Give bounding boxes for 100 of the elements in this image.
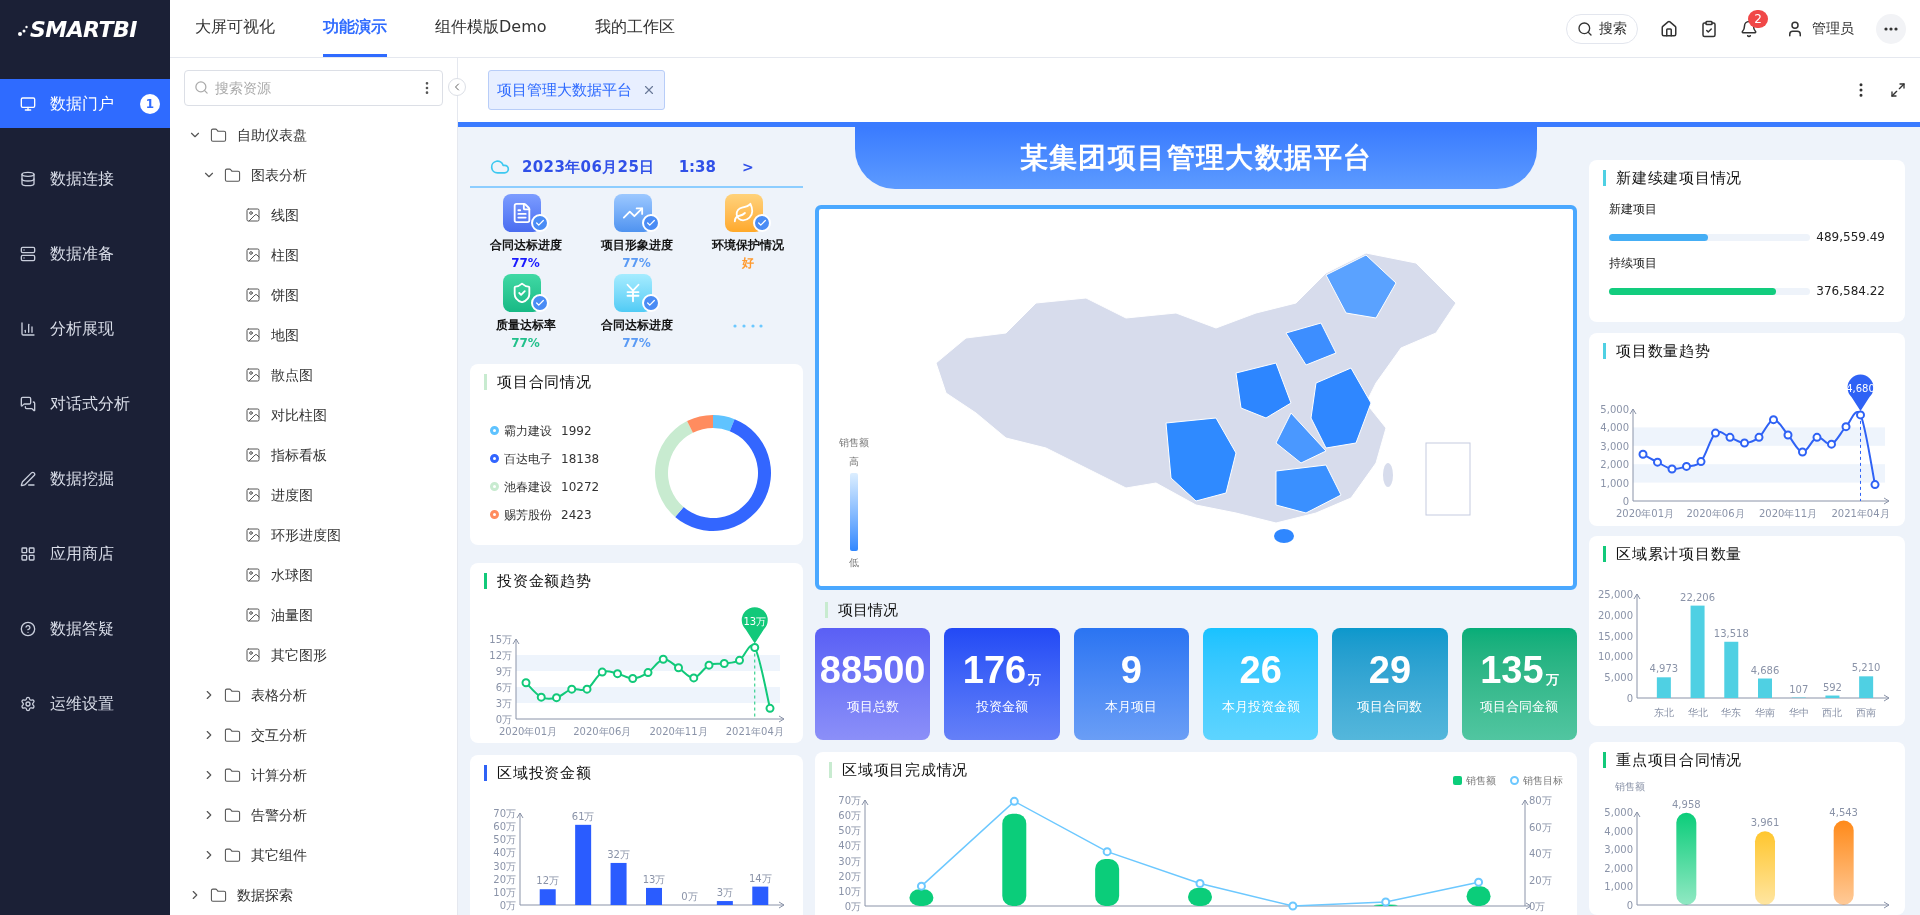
close-icon[interactable] — [642, 83, 656, 97]
kpi-unit: 万 — [1545, 670, 1559, 689]
axis-label: 3,000 — [1604, 844, 1633, 856]
clipboard-check-icon[interactable] — [1700, 19, 1718, 38]
document-tab[interactable]: 项目管理大数据平台 — [488, 70, 665, 110]
time-text: 1:38 — [678, 156, 716, 178]
image-file-icon — [245, 527, 261, 543]
image-file-icon — [245, 607, 261, 623]
nav-label: 对话式分析 — [50, 392, 130, 415]
tree-item[interactable]: 表格分析 — [251, 684, 307, 706]
axis-label: 20万 — [838, 870, 861, 882]
tree-item[interactable]: 水球图 — [271, 564, 313, 586]
axis-label: 2020年01月 — [1615, 508, 1675, 519]
nav-item[interactable]: 运维设置 — [0, 679, 170, 728]
title-accent-bar — [484, 765, 487, 781]
yen-coin-check-icon — [613, 274, 660, 312]
notification-badge: 2 — [1748, 9, 1768, 28]
axis-label: 西南 — [1856, 707, 1877, 718]
nav-item[interactable]: 分析展现 — [0, 304, 170, 353]
nav-item[interactable]: 数据门户 1 — [0, 79, 170, 128]
image-file-icon — [245, 647, 261, 663]
tree-item[interactable]: 图表分析 — [251, 164, 307, 186]
value-label: 3万 — [716, 887, 734, 899]
tree-item[interactable]: 进度图 — [271, 484, 313, 506]
data-point — [628, 673, 638, 683]
data-point — [1740, 438, 1749, 448]
tree-item[interactable]: 饼图 — [271, 284, 299, 306]
legend-value: 18138 — [561, 450, 600, 468]
nav-item[interactable]: 对话式分析 — [0, 379, 170, 428]
shield-check-icon — [502, 274, 549, 312]
data-point — [735, 655, 744, 665]
data-point — [1841, 422, 1851, 432]
next-link[interactable]: > — [741, 156, 754, 178]
axis-label: 9万 — [495, 666, 512, 677]
data-point — [1653, 457, 1662, 467]
axis-label: 3万 — [495, 698, 512, 709]
nav-item[interactable]: 数据准备 — [0, 229, 170, 278]
indicator-value: 好 — [741, 255, 754, 272]
tree-item[interactable]: 散点图 — [271, 364, 313, 386]
kpi-label: 本月投资金额 — [1221, 698, 1300, 717]
tree-item[interactable]: 指标看板 — [271, 444, 327, 466]
nav-item[interactable]: 数据答疑 — [0, 604, 170, 653]
tree-item[interactable]: 油量图 — [271, 604, 313, 626]
folder-icon — [224, 766, 241, 784]
axis-label: 50万 — [493, 834, 516, 846]
tree-item[interactable]: 地图 — [271, 324, 299, 346]
user-name[interactable]: 管理员 — [1812, 18, 1854, 39]
tree-item[interactable]: 交互分析 — [251, 724, 307, 746]
value-label: 4,958 — [1672, 798, 1701, 810]
header-tab[interactable]: 功能演示 — [323, 0, 387, 57]
tree-item[interactable]: 告警分析 — [251, 804, 307, 826]
tree-item[interactable]: 对比柱图 — [271, 404, 327, 426]
legend-label: 百达电子 — [504, 450, 552, 468]
axis-label: 5,000 — [1604, 807, 1633, 818]
tree-item[interactable]: 其它组件 — [251, 844, 307, 866]
header-tab[interactable]: 我的工作区 — [594, 0, 675, 57]
axis-label: 2020年11月 — [1758, 508, 1818, 519]
nav-item[interactable]: 数据连接 — [0, 154, 170, 203]
pin-marker — [1847, 374, 1874, 411]
kpi-label: 项目合同金额 — [1480, 698, 1559, 717]
data-point — [916, 881, 926, 891]
indicator-value: 77% — [622, 255, 651, 272]
axis-label: 10万 — [838, 885, 861, 897]
tree-item[interactable]: 其它图形 — [271, 644, 327, 666]
nav-item[interactable]: 应用商店 — [0, 529, 170, 578]
data-point — [750, 643, 760, 653]
tree-item[interactable]: 计算分析 — [251, 764, 307, 786]
data-point — [1638, 449, 1648, 459]
tree-item[interactable]: 线图 — [271, 204, 299, 226]
nav-label: 数据门户 — [50, 92, 114, 115]
axis-label: 华中 — [1788, 707, 1809, 718]
bar-chart-icon — [20, 320, 36, 337]
kpi-label: 项目总数 — [846, 698, 899, 717]
search-field[interactable]: 搜索资源 — [184, 70, 443, 106]
header-tab[interactable]: 大屏可视化 — [195, 0, 275, 57]
value-label: 22,206 — [1680, 591, 1716, 603]
tree-item[interactable]: 环形进度图 — [271, 524, 341, 546]
header-tab[interactable]: 组件模版Demo — [435, 0, 547, 57]
kpi-label: 本月项目 — [1105, 698, 1158, 717]
panel-title: 投资金额趋势 — [497, 570, 592, 592]
tree-item[interactable]: 数据探索 — [237, 884, 293, 906]
settings-icon — [20, 695, 36, 712]
data-point — [1856, 410, 1865, 420]
fullscreen-icon[interactable] — [1890, 82, 1906, 98]
axis-label: 西北 — [1822, 707, 1843, 718]
axis-label: 10万 — [493, 886, 516, 898]
nav-item[interactable]: 数据挖掘 — [0, 454, 170, 503]
home-icon[interactable] — [1660, 19, 1678, 38]
pin-label: 13万 — [743, 615, 767, 627]
search-icon — [1577, 20, 1593, 37]
folder-icon — [224, 166, 241, 184]
data-point — [1682, 461, 1691, 471]
title-accent-bar — [1603, 170, 1606, 186]
user-icon[interactable] — [1786, 19, 1804, 38]
folder-icon — [224, 806, 241, 824]
axis-label: 30万 — [838, 855, 861, 867]
axis-label: 0 — [1622, 496, 1629, 507]
data-point — [1798, 447, 1807, 457]
tree-item[interactable]: 柱图 — [271, 244, 299, 266]
tree-item[interactable]: 自助仪表盘 — [237, 124, 307, 146]
